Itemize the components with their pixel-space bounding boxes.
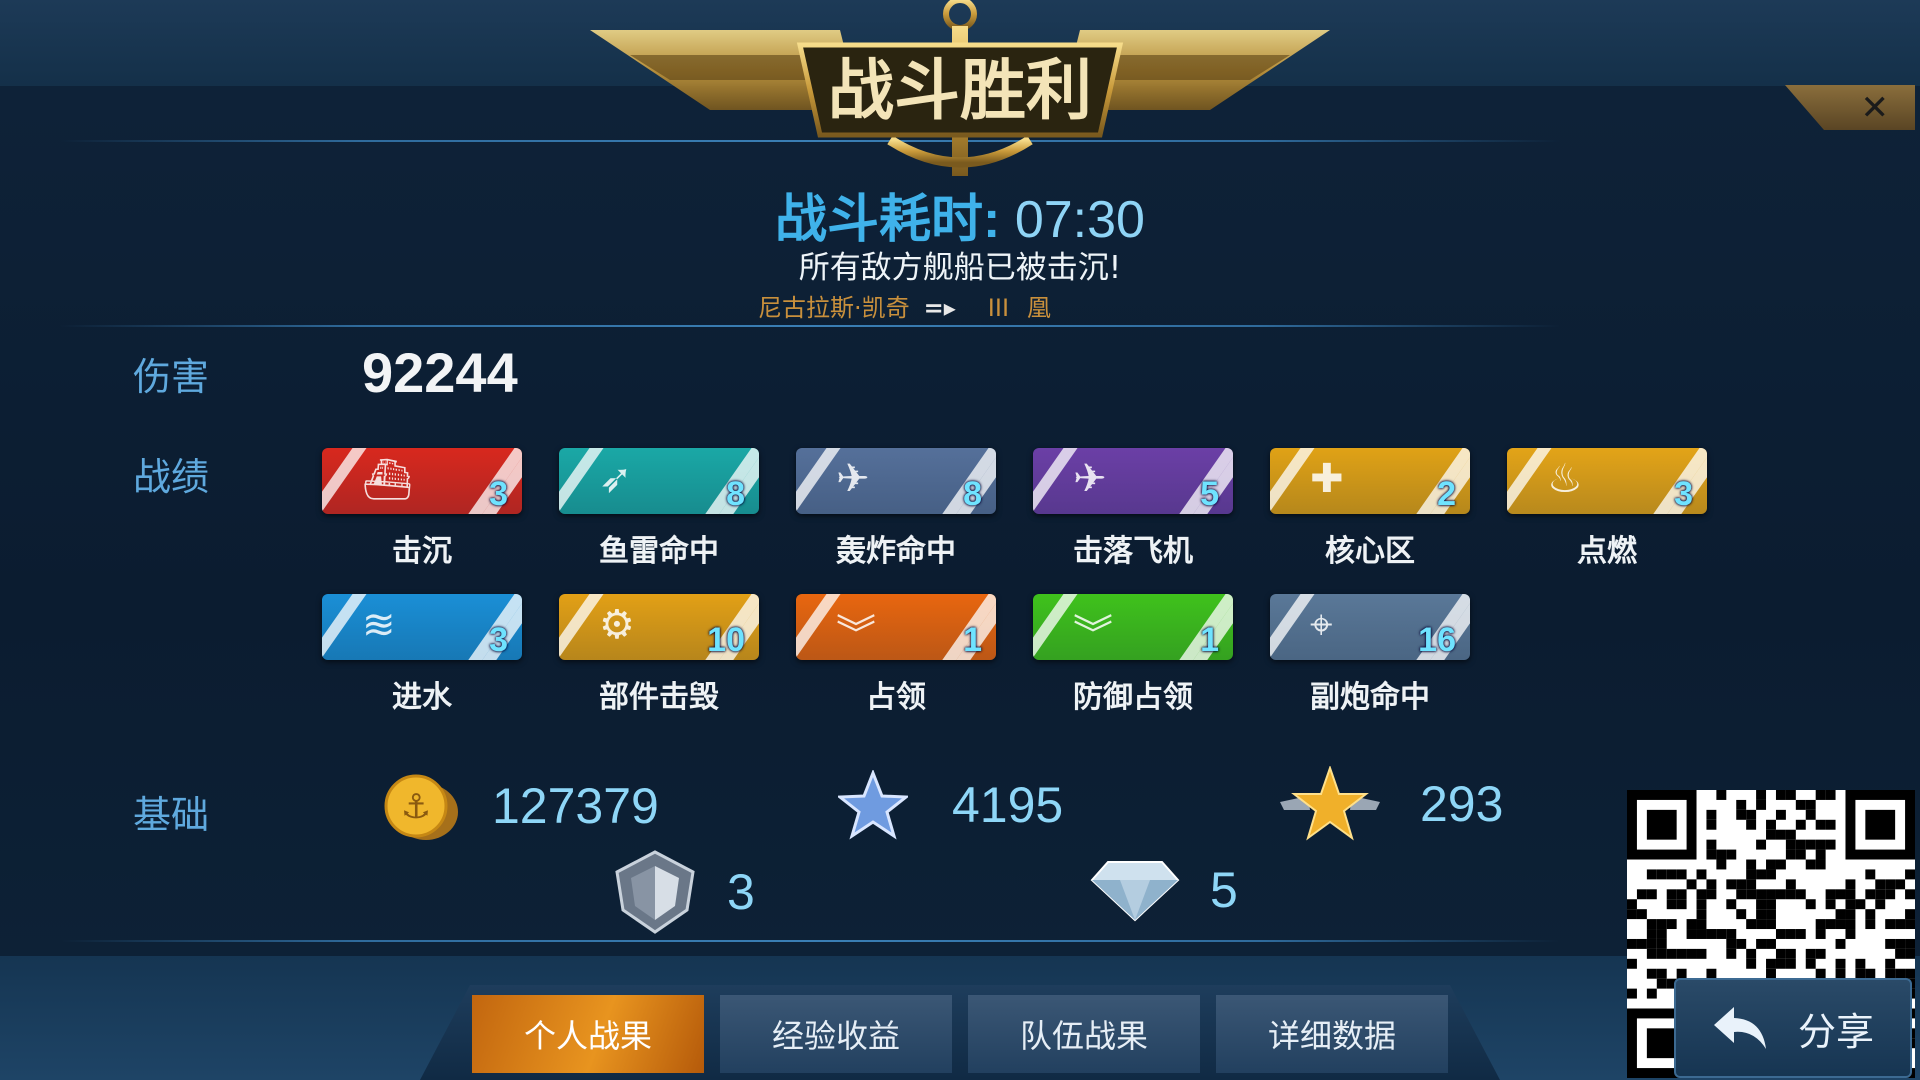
achievement-medal: ⚙ 10 部件击毁 (559, 594, 759, 734)
achievement-count: 10 (707, 621, 745, 659)
share-arrow-icon (1713, 1007, 1766, 1049)
shield-value: 3 (727, 864, 755, 920)
achievement-badge[interactable]: ✈ 5 (1033, 448, 1233, 514)
achievement-count: 1 (963, 621, 982, 659)
achievement-badge[interactable]: ➶ 8 (559, 448, 759, 514)
damage-label: 伤害 (133, 355, 210, 399)
ship-info: 尼古拉斯·凯奇 =▸ III 凰 (758, 288, 1051, 323)
achievement-medal: ✈ 8 轰炸命中 (796, 448, 996, 588)
achievement-label: 占领 (866, 680, 926, 715)
achievement-medal: ≋ 3 进水 (322, 594, 522, 734)
achievement-badge[interactable]: ⛴ 3 (322, 448, 522, 514)
achievement-label: 击落飞机 (1073, 534, 1193, 569)
achievement-medal: ♨ 3 点燃 (1507, 448, 1707, 588)
achievements-label: 战绩 (133, 455, 210, 499)
star-icon (838, 770, 908, 840)
achievement-label: 副炮命中 (1310, 680, 1430, 715)
coin-icon: ⚓ (384, 774, 458, 840)
share-label: 分享 (1797, 1009, 1874, 1054)
plane-down-icon: ✈ (1073, 456, 1107, 502)
achievement-label: 鱼雷命中 (599, 534, 719, 569)
achievement-label: 核心区 (1325, 534, 1415, 569)
battle-result-text: 所有敌方舰船已被击沉! (798, 250, 1122, 286)
xp-value: 4195 (952, 777, 1064, 833)
shield-reward: 3 (613, 850, 755, 934)
achievement-count: 16 (1418, 621, 1456, 659)
achievement-badge[interactable]: ︾ 1 (796, 594, 996, 660)
secondary-gun-icon: ⌖ (1310, 602, 1333, 648)
fire-icon: ♨ (1547, 456, 1583, 502)
achievement-label: 部件击毁 (599, 680, 719, 715)
achievement-count: 2 (1437, 475, 1456, 513)
achievement-medal: ⛴ 3 击沉 (322, 448, 522, 588)
xp-reward: 4195 (838, 770, 1063, 840)
bomber-icon: ✈ (836, 456, 870, 502)
gear-icon: ⚙ (599, 602, 635, 648)
rank-reward: 293 (1280, 766, 1503, 842)
close-icon: ✕ (1860, 87, 1890, 128)
divider-mid (60, 325, 1560, 327)
achievement-count: 3 (489, 475, 508, 513)
achievement-medal: ➶ 8 鱼雷命中 (559, 448, 759, 588)
torpedo-icon: ➶ (599, 456, 633, 502)
achievement-badge[interactable]: ≋ 3 (322, 594, 522, 660)
rank-star-icon (1280, 766, 1380, 841)
achievement-badge[interactable]: ⚙ 10 (559, 594, 759, 660)
achievement-count: 5 (1200, 475, 1219, 513)
shield-icon (615, 850, 695, 934)
achievement-count: 3 (489, 621, 508, 659)
battle-time: 战斗耗时: 07:30 (0, 177, 1920, 252)
achievement-medal: ⌖ 16 副炮命中 (1270, 594, 1470, 734)
victory-title: 战斗胜利 (828, 52, 1092, 129)
results-tabs: 个人战果 经验收益 队伍战果 详细数据 (420, 985, 1500, 1080)
achievement-label: 防御占领 (1073, 680, 1193, 715)
ship-name: 凰 (1027, 294, 1052, 322)
tab-details[interactable]: 详细数据 (1216, 995, 1448, 1073)
share-button[interactable]: 分享 (1674, 978, 1912, 1078)
svg-text:⚓: ⚓ (401, 787, 431, 827)
coins-reward: ⚓ 127379 (378, 770, 659, 842)
achievement-count: 1 (1200, 621, 1219, 659)
achievement-medal: ✚ 2 核心区 (1270, 448, 1470, 588)
achievement-label: 轰炸命中 (836, 534, 956, 569)
diamond-reward: 5 (1090, 858, 1238, 922)
divider-bottom (60, 940, 1560, 942)
victory-emblem: 战斗胜利 (590, 0, 1330, 176)
achievement-count: 8 (963, 475, 982, 513)
arrow-icon: =▸ (923, 294, 956, 322)
achievement-badge[interactable]: ✈ 8 (796, 448, 996, 514)
achievement-label: 击沉 (392, 534, 452, 569)
tab-personal[interactable]: 个人战果 (472, 995, 704, 1073)
citadel-icon: ✚ (1310, 456, 1344, 502)
battle-time-value: 07:30 (1014, 191, 1145, 249)
flood-icon: ≋ (362, 602, 396, 648)
battle-time-label: 战斗耗时: (775, 191, 1001, 249)
achievement-badge[interactable]: ♨ 3 (1507, 448, 1707, 514)
diamond-icon (1090, 861, 1180, 922)
diamond-value: 5 (1210, 862, 1238, 918)
achievement-label: 点燃 (1577, 534, 1637, 569)
achievement-medal: ︾ 1 占领 (796, 594, 996, 734)
achievement-count: 3 (1674, 475, 1693, 513)
achievement-badge[interactable]: ✚ 2 (1270, 448, 1470, 514)
damage-value: 92244 (362, 341, 518, 404)
captain-name: 尼古拉斯·凯奇 (758, 294, 910, 322)
chevron-icon: ︾ (836, 612, 876, 658)
achievement-count: 8 (726, 475, 745, 513)
coins-value: 127379 (492, 778, 659, 834)
achievement-badge[interactable]: ⌖ 16 (1270, 594, 1470, 660)
achievement-medal: ︾ 1 防御占领 (1033, 594, 1233, 734)
achievement-medal: ✈ 5 击落飞机 (1033, 448, 1233, 588)
rank-value: 293 (1420, 776, 1504, 832)
tab-team[interactable]: 队伍战果 (968, 995, 1200, 1073)
tab-experience[interactable]: 经验收益 (720, 995, 952, 1073)
achievement-badge[interactable]: ︾ 1 (1033, 594, 1233, 660)
base-label: 基础 (133, 793, 210, 837)
defend-chevron-icon: ︾ (1073, 612, 1113, 658)
achievement-label: 进水 (392, 680, 452, 715)
ship-tier: III (987, 294, 1010, 322)
ship-icon: ⛴ (362, 457, 413, 503)
